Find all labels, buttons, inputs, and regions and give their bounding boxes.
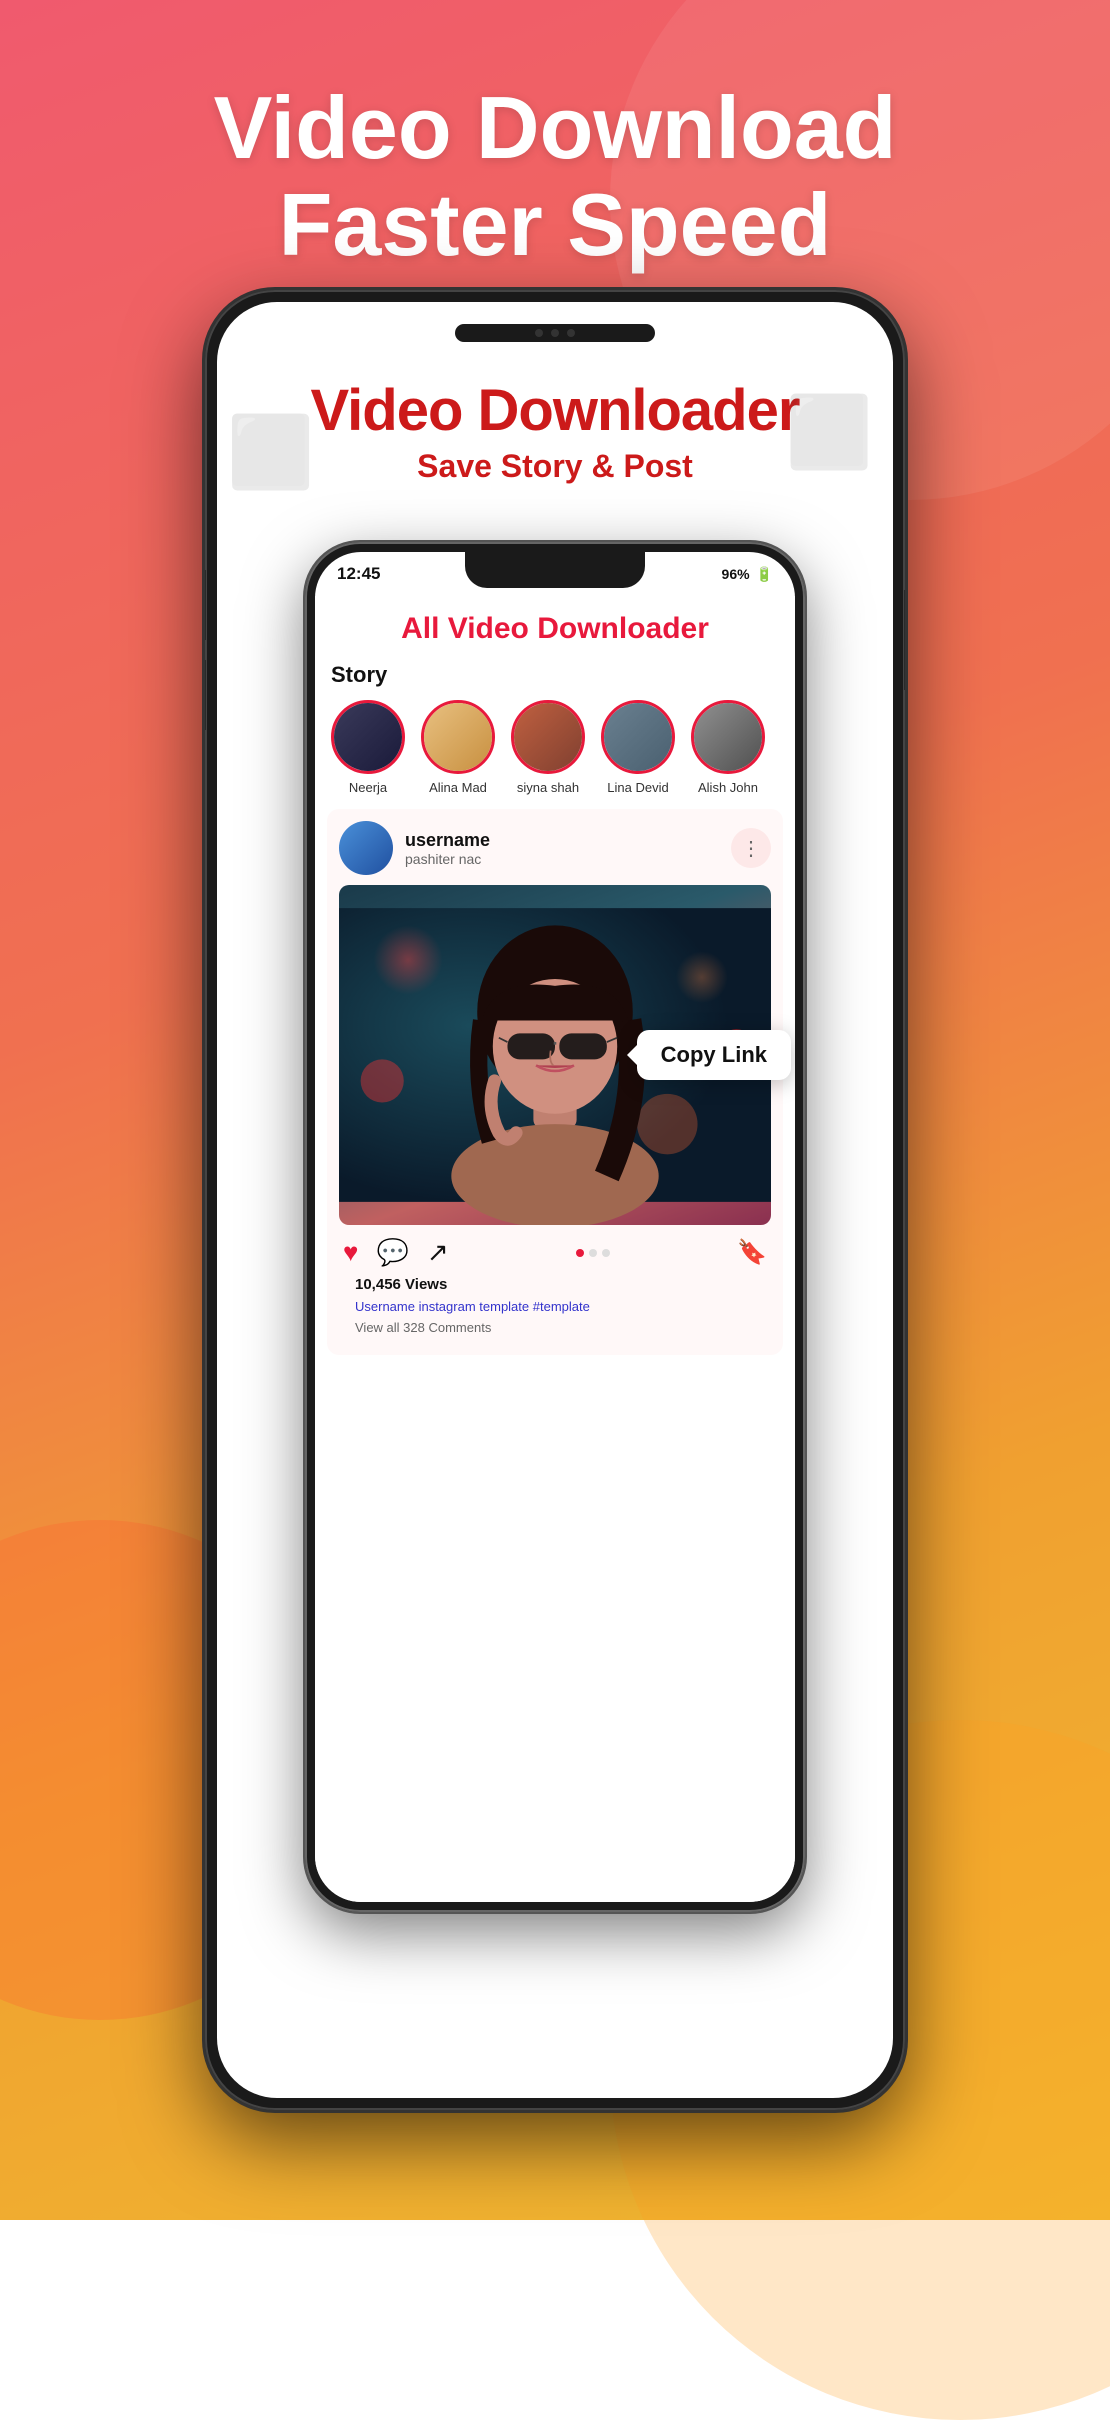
app-content-area: ⬛ ⬛ Video Downloader Save Story & Post [217, 362, 893, 505]
post-section: username pashiter nac ⋮ [327, 809, 783, 1355]
avatar-img-4 [604, 703, 672, 771]
camera-dot-2 [551, 329, 559, 337]
header-section: Video Download Faster Speed [0, 80, 1110, 274]
post-image-container: Copy Link [339, 885, 771, 1225]
post-user-subtitle: pashiter nac [405, 851, 731, 867]
story-name-2: Alina Mad [429, 780, 487, 795]
page-title: Video Download Faster Speed [0, 80, 1110, 274]
story-avatar-4 [601, 700, 675, 774]
screen-app-title: All Video Downloader [315, 596, 795, 650]
app-title: Video Downloader [237, 382, 873, 440]
camera-dot-3 [567, 329, 575, 337]
share-icon[interactable]: ↗ [427, 1237, 449, 1268]
app-subtitle: Save Story & Post [237, 448, 873, 485]
comment-icon[interactable]: 💬 [376, 1237, 408, 1268]
battery-percent: 96% [722, 566, 750, 582]
post-header: username pashiter nac ⋮ [339, 821, 771, 875]
story-section: Story Neerja [315, 650, 795, 795]
story-row: Neerja Alina Mad [331, 700, 779, 795]
outer-phone-screen: ⬛ ⬛ Video Downloader Save Story & Post 1… [217, 302, 893, 2098]
post-action-left: ♥ 💬 ↗ [343, 1237, 449, 1268]
story-item-4[interactable]: Lina Devid [601, 700, 675, 795]
like-icon[interactable]: ♥ [343, 1237, 358, 1268]
story-avatar-5 [691, 700, 765, 774]
outer-phone: ⬛ ⬛ Video Downloader Save Story & Post 1… [205, 290, 905, 2110]
camera-dot-1 [535, 329, 543, 337]
post-menu-button[interactable]: ⋮ [731, 828, 771, 868]
story-name-3: siyna shah [517, 780, 579, 795]
story-name-5: Alish John [698, 780, 758, 795]
story-item-2[interactable]: Alina Mad [421, 700, 495, 795]
story-avatar-3 [511, 700, 585, 774]
avatar-img-1 [334, 703, 402, 771]
bookmark-icon[interactable]: 🔖 [737, 1238, 767, 1267]
deco-icon-2: ⬛ [786, 392, 873, 474]
post-indicator-dots [576, 1249, 610, 1257]
iphone-notch [465, 552, 645, 588]
avatar-img-5 [694, 703, 762, 771]
avatar-img-3 [514, 703, 582, 771]
inner-phone: 12:45 96% 🔋 All Video Downloader [305, 542, 805, 1912]
volume-down-button [205, 660, 206, 730]
inner-phone-wrapper: 12:45 96% 🔋 All Video Downloader [305, 542, 805, 1912]
status-time: 12:45 [337, 564, 380, 584]
story-name-1: Neerja [349, 780, 387, 795]
avatar-img-2 [424, 703, 492, 771]
status-icons: 96% 🔋 [722, 566, 773, 583]
story-label: Story [331, 662, 779, 688]
post-user-info: username pashiter nac [405, 830, 731, 867]
post-caption: Username instagram template #template [351, 1297, 759, 1318]
story-avatar-2 [421, 700, 495, 774]
story-item-1[interactable]: Neerja [331, 700, 405, 795]
story-item-3[interactable]: siyna shah [511, 700, 585, 795]
deco-icon-1: ⬛ [227, 412, 314, 494]
volume-up-button [205, 570, 206, 640]
dot-active [576, 1249, 584, 1257]
post-comments[interactable]: View all 328 Comments [351, 1318, 759, 1343]
power-button [904, 590, 905, 690]
story-avatar-1 [331, 700, 405, 774]
post-views: 10,456 Views [351, 1272, 759, 1297]
battery-icon: 🔋 [756, 566, 773, 583]
story-item-5[interactable]: Alish John [691, 700, 765, 795]
inner-phone-screen: 12:45 96% 🔋 All Video Downloader [315, 552, 795, 1902]
screen-content: All Video Downloader Story Neerja [315, 596, 795, 1902]
story-name-4: Lina Devid [607, 780, 668, 795]
copy-link-tooltip[interactable]: Copy Link [637, 1030, 791, 1080]
post-username: username [405, 830, 731, 851]
camera-bar [455, 324, 655, 342]
dot-3 [602, 1249, 610, 1257]
post-actions: ♥ 💬 ↗ 🔖 [339, 1225, 771, 1272]
post-avatar [339, 821, 393, 875]
dot-2 [589, 1249, 597, 1257]
